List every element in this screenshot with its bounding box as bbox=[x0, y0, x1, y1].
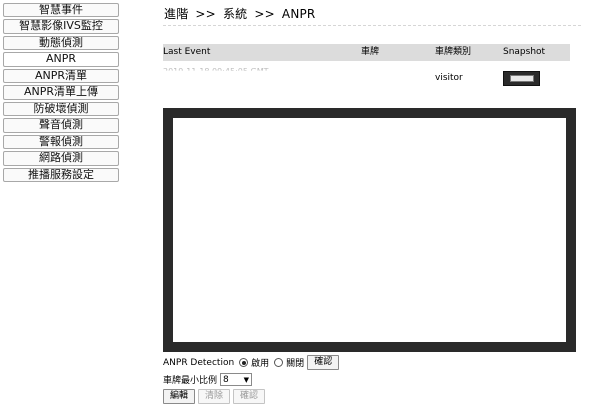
min-ratio-label: 車牌最小比例 bbox=[163, 376, 218, 386]
enable-radio-label: 啟用 bbox=[251, 359, 270, 369]
breadcrumb-anpr: ANPR bbox=[281, 7, 316, 21]
last-event-time: 2019-11-18 09:45:05 GMT bbox=[163, 67, 269, 76]
sidebar-item-push-service[interactable]: 推播服務設定 bbox=[3, 167, 119, 183]
breadcrumb-system: 系統 bbox=[222, 7, 248, 21]
event-table-header: Last Event 車牌 車牌類別 Snapshot bbox=[163, 44, 570, 61]
plate-category-value: visitor bbox=[435, 73, 463, 83]
breadcrumb-separator: >> bbox=[254, 7, 275, 21]
sidebar-item-alarm-detection[interactable]: 警報偵測 bbox=[3, 134, 119, 150]
min-ratio-select[interactable]: 8 ▼ bbox=[220, 373, 253, 386]
column-snapshot: Snapshot bbox=[503, 47, 546, 57]
min-ratio-value: 8 bbox=[223, 374, 229, 385]
table-row: 2019-11-18 09:45:05 GMT visitor bbox=[163, 64, 570, 90]
sidebar-item-anpr-list[interactable]: ANPR清單 bbox=[3, 68, 119, 84]
sidebar-item-anpr[interactable]: ANPR bbox=[3, 52, 119, 67]
detection-label: ANPR Detection bbox=[163, 357, 235, 368]
chevron-down-icon: ▼ bbox=[243, 375, 250, 384]
anpr-controls: ANPR Detection 啟用 關閉 確認 車牌最小比例 8 ▼ 編輯 清除… bbox=[163, 355, 340, 406]
sidebar-menu: 智慧事件 智慧影像IVS監控 動態偵測 ANPR ANPR清單 ANPR清單上傳… bbox=[3, 3, 119, 184]
confirm-detection-button[interactable]: 確認 bbox=[307, 355, 340, 370]
sidebar-item-audio-detection[interactable]: 聲音偵測 bbox=[3, 118, 119, 133]
detection-row: ANPR Detection 啟用 關閉 確認 bbox=[163, 355, 340, 370]
breadcrumb-separator: >> bbox=[195, 7, 216, 21]
disable-radio[interactable] bbox=[274, 358, 284, 367]
disable-radio-label: 關閉 bbox=[286, 359, 305, 369]
sidebar-item-motion-detection[interactable]: 動態偵測 bbox=[3, 35, 119, 51]
edit-button[interactable]: 編輯 bbox=[163, 389, 196, 404]
confirm-button[interactable]: 確認 bbox=[233, 389, 266, 404]
column-last-event: Last Event bbox=[163, 47, 211, 57]
sidebar-item-ivs-monitor[interactable]: 智慧影像IVS監控 bbox=[3, 19, 119, 34]
header-divider bbox=[163, 25, 581, 26]
enable-radio[interactable] bbox=[239, 358, 249, 367]
sidebar-item-smart-event[interactable]: 智慧事件 bbox=[3, 3, 119, 18]
column-plate-category: 車牌類別 bbox=[435, 47, 472, 57]
column-plate: 車牌 bbox=[361, 47, 380, 57]
action-row: 編輯 清除 確認 bbox=[163, 389, 339, 404]
sidebar-item-tamper-detection[interactable]: 防破壞偵測 bbox=[3, 101, 119, 117]
snapshot-thumbnail[interactable] bbox=[503, 71, 540, 86]
breadcrumb-advanced: 進階 bbox=[164, 7, 189, 21]
sidebar-item-network-detection[interactable]: 網路偵測 bbox=[3, 151, 119, 166]
video-preview[interactable] bbox=[163, 108, 576, 352]
sidebar-item-anpr-list-upload[interactable]: ANPR清單上傳 bbox=[3, 85, 119, 100]
min-ratio-row: 車牌最小比例 8 ▼ bbox=[163, 372, 339, 387]
clear-button[interactable]: 清除 bbox=[198, 389, 231, 404]
breadcrumb: 進階 >> 系統 >> ANPR bbox=[164, 5, 315, 22]
